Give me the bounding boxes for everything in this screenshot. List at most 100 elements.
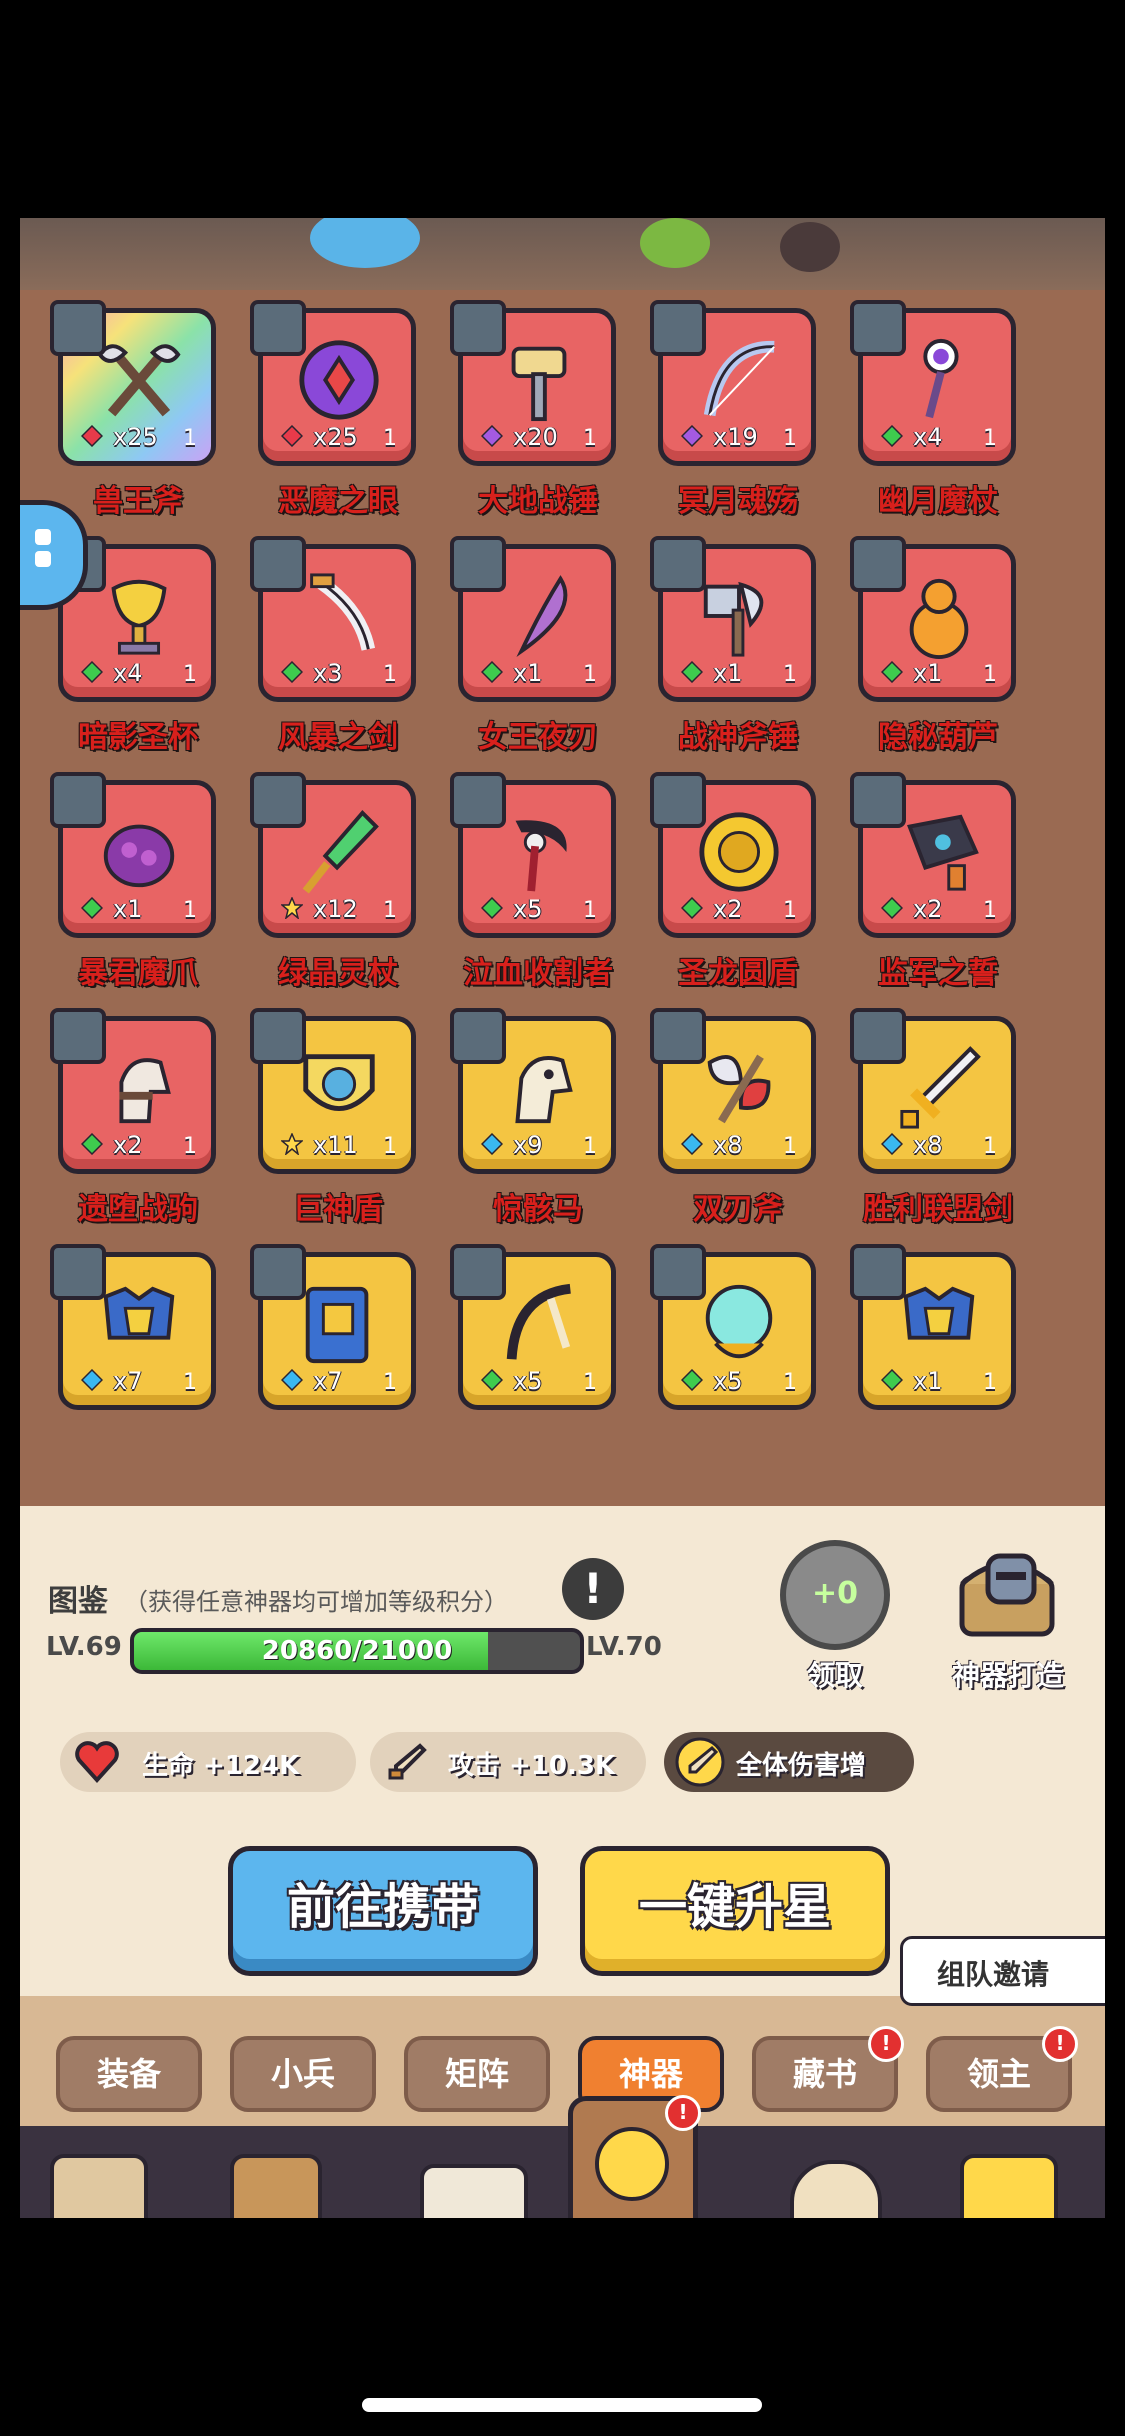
- artifact-name: 泣血收割者: [463, 956, 613, 991]
- artifact-item[interactable]: x3 1 风暴之剑: [250, 536, 424, 755]
- artifact-name: 恶魔之眼: [278, 484, 398, 519]
- grid-menu-icon[interactable]: [20, 500, 88, 610]
- artifact-item[interactable]: x12 1 绿晶灵杖: [250, 772, 424, 991]
- gem-icon: [681, 425, 703, 447]
- artifact-item[interactable]: x4 1 幽月魔杖: [850, 300, 1024, 519]
- artifact-level: 1: [783, 1134, 797, 1159]
- artifact-level: 1: [783, 1370, 797, 1395]
- artifact-item[interactable]: x7 1: [50, 1244, 224, 1418]
- artifact-item[interactable]: x5 1 泣血收割者: [450, 772, 624, 991]
- nav-crown-icon[interactable]: [50, 2154, 148, 2218]
- hero-portrait-icon: [450, 1008, 506, 1064]
- hero-portrait-icon: [650, 1008, 706, 1064]
- tab-1[interactable]: 小兵: [230, 2036, 376, 2112]
- main-nav-dock: !: [20, 2095, 1105, 2218]
- artifact-item[interactable]: x1 1: [850, 1244, 1024, 1418]
- codex-subtitle: （获得任意神器均可增加等级积分）: [124, 1588, 508, 1616]
- home-indicator[interactable]: [362, 2398, 762, 2412]
- artifact-count: x1: [713, 659, 743, 687]
- blue-creature-icon: [310, 218, 420, 268]
- current-level: LV.69: [46, 1632, 122, 1662]
- hero-portrait-icon: [450, 1244, 506, 1300]
- artifact-item[interactable]: x2 1 遗堕战驹: [50, 1008, 224, 1227]
- artifact-level: 1: [183, 1370, 197, 1395]
- artifact-item[interactable]: x8 1 胜利联盟剑: [850, 1008, 1024, 1227]
- artifact-name: 风暴之剑: [278, 720, 398, 755]
- nav-artifact-icon[interactable]: !: [568, 2095, 701, 2218]
- hero-portrait-icon: [250, 1244, 306, 1300]
- artifact-item[interactable]: x25 1 恶魔之眼: [250, 300, 424, 519]
- artifact-item[interactable]: x7 1: [250, 1244, 424, 1418]
- gem-icon: [881, 425, 903, 447]
- stat-hp-label: 生命 +124K: [142, 1751, 300, 1781]
- carry-button[interactable]: 前往携带: [228, 1846, 538, 1976]
- artifact-item[interactable]: x1 1 女王夜刃: [450, 536, 624, 755]
- artifact-count: x5: [513, 1367, 543, 1395]
- artifact-level: 1: [183, 662, 197, 687]
- nav-shield-icon[interactable]: [790, 2160, 882, 2218]
- sword-icon: [388, 1743, 427, 1780]
- nav-book-icon[interactable]: [960, 2154, 1058, 2218]
- tab-0[interactable]: 装备: [56, 2036, 202, 2112]
- tab-5[interactable]: 领主!: [926, 2026, 1078, 2112]
- artifact-level: 1: [983, 1370, 997, 1395]
- nav-sword-icon[interactable]: [420, 2164, 528, 2218]
- team-invite-button[interactable]: 组队邀请: [900, 1936, 1105, 2006]
- artifact-count: x20: [513, 423, 558, 451]
- artifact-level: 1: [383, 1134, 397, 1159]
- bug-enemy-icon: [780, 222, 840, 272]
- tab-label: 小兵: [270, 2055, 335, 2093]
- artifact-name: 暗影圣杯: [78, 720, 198, 755]
- tab-4[interactable]: 藏书!: [752, 2026, 904, 2112]
- gem-icon: [481, 897, 503, 919]
- stat-team-damage: 全体伤害增: [664, 1732, 914, 1792]
- gem-icon: [281, 425, 303, 447]
- artifact-item[interactable]: x1 1 暴君魔爪: [50, 772, 224, 991]
- artifact-level: 1: [983, 1134, 997, 1159]
- artifact-item[interactable]: x11 1 巨神盾: [250, 1008, 424, 1227]
- artifact-count: x1: [913, 1367, 943, 1395]
- artifact-level: 1: [783, 662, 797, 687]
- claim-button[interactable]: +0: [780, 1540, 890, 1650]
- artifact-item[interactable]: x19 1 冥月魂殇: [650, 300, 824, 519]
- artifact-count: x2: [713, 895, 743, 923]
- artifact-item[interactable]: x2 1 监军之誓: [850, 772, 1024, 991]
- artifact-count: x9: [513, 1131, 543, 1159]
- artifact-item[interactable]: x5 1: [450, 1244, 624, 1418]
- upgrade-all-button[interactable]: 一键升星: [580, 1846, 890, 1976]
- gem-icon: [81, 425, 103, 447]
- artifact-item[interactable]: x1 1 隐秘葫芦: [850, 536, 1024, 755]
- artifact-name: 幽月魔杖: [878, 484, 998, 519]
- nav-scroll-icon[interactable]: [230, 2154, 322, 2218]
- sword-icon: [675, 1737, 725, 1787]
- hero-portrait-icon: [850, 300, 906, 356]
- artifact-item[interactable]: x5 1: [650, 1244, 824, 1418]
- artifact-count: x1: [113, 895, 143, 923]
- artifact-item[interactable]: x2 1 圣龙圆盾: [650, 772, 824, 991]
- artifact-item[interactable]: x25 1 兽王斧: [50, 300, 224, 519]
- artifact-grid: x25 1 兽王斧 x25 1 恶魔之眼 x20 1 大地战锤 x19 1 冥月魂殇 x4 1 幽月魔杖 x4…: [20, 290, 1105, 1506]
- artifact-count: x7: [113, 1367, 143, 1395]
- artifact-level: 1: [183, 1134, 197, 1159]
- phone-screen: x25 1 兽王斧 x25 1 恶魔之眼 x20 1 大地战锤 x19 1 冥月魂殇 x4 1 幽月魔杖 x4…: [0, 0, 1125, 2436]
- artifact-item[interactable]: x1 1 战神斧锤: [650, 536, 824, 755]
- forge-chest-icon[interactable]: [952, 1534, 1062, 1644]
- gem-icon: [881, 897, 903, 919]
- artifact-name: 女王夜刃: [478, 720, 598, 755]
- artifact-level: 1: [383, 662, 397, 687]
- artifact-item[interactable]: x8 1 双刃斧: [650, 1008, 824, 1227]
- gem-icon: [681, 661, 703, 683]
- info-icon[interactable]: !: [562, 1558, 624, 1620]
- artifact-item[interactable]: x9 1 惊骸马: [450, 1008, 624, 1227]
- claim-value: +0: [811, 1576, 858, 1611]
- hero-portrait-icon: [450, 300, 506, 356]
- tab-2[interactable]: 矩阵: [404, 2036, 550, 2112]
- tab-label: 神器: [618, 2055, 683, 2093]
- hero-portrait-icon: [50, 1008, 106, 1064]
- nav-alert-badge: !: [665, 2095, 701, 2131]
- artifact-item[interactable]: x20 1 大地战锤: [450, 300, 624, 519]
- hero-portrait-icon: [650, 772, 706, 828]
- gem-icon: [881, 1369, 903, 1391]
- gem-icon: [81, 897, 103, 919]
- hero-portrait-icon: [450, 536, 506, 592]
